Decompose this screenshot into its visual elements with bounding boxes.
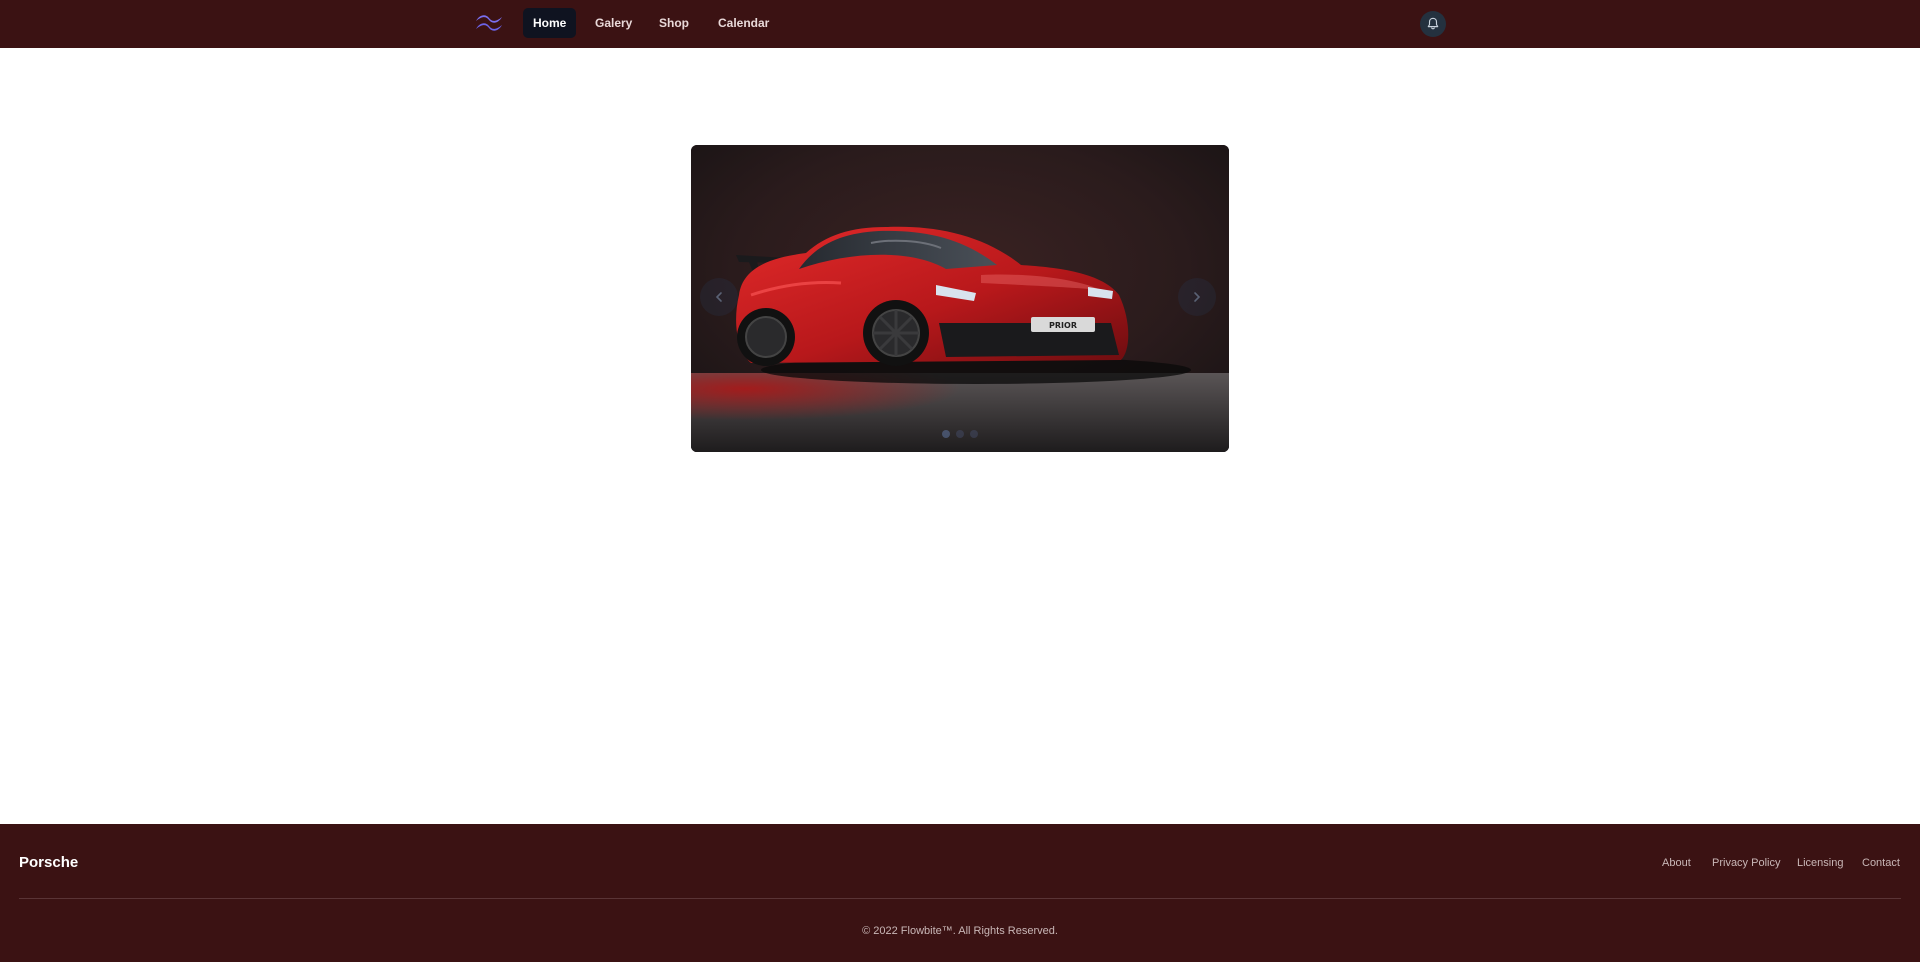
footer-brand[interactable]: Porsche (19, 854, 78, 871)
site-footer: Porsche About Privacy Policy Licensing C… (0, 824, 1920, 962)
notifications-button[interactable] (1420, 11, 1446, 37)
chevron-right-icon (1194, 292, 1201, 302)
nav-home[interactable]: Home (523, 8, 577, 38)
footer-link-about[interactable]: About (1662, 857, 1691, 869)
image-carousel: PRIOR (691, 145, 1229, 452)
nav-calendar[interactable]: Calendar (708, 8, 779, 38)
nav-shop[interactable]: Shop (649, 8, 699, 38)
carousel-prev-button[interactable] (700, 278, 738, 316)
tailwind-logo-icon[interactable] (473, 10, 505, 36)
copyright-text: © 2022 Flowbite™. All Rights Reserved. (862, 925, 1058, 937)
footer-link-privacy-policy[interactable]: Privacy Policy (1712, 857, 1780, 869)
nav-galery[interactable]: Galery (585, 8, 642, 38)
footer-link-contact[interactable]: Contact (1862, 857, 1900, 869)
chevron-left-icon (715, 292, 722, 302)
porsche-car-image: PRIOR (691, 145, 1229, 452)
carousel-next-button[interactable] (1178, 278, 1216, 316)
plate-text: PRIOR (1049, 321, 1077, 330)
footer-link-licensing[interactable]: Licensing (1797, 857, 1843, 869)
footer-divider (19, 898, 1901, 899)
carousel-indicator-1[interactable] (942, 430, 950, 438)
bell-icon (1427, 17, 1439, 30)
top-navbar: Home Galery Shop Calendar (0, 0, 1920, 48)
carousel-indicator-3[interactable] (970, 430, 978, 438)
carousel-indicators (691, 430, 1229, 438)
carousel-indicator-2[interactable] (956, 430, 964, 438)
